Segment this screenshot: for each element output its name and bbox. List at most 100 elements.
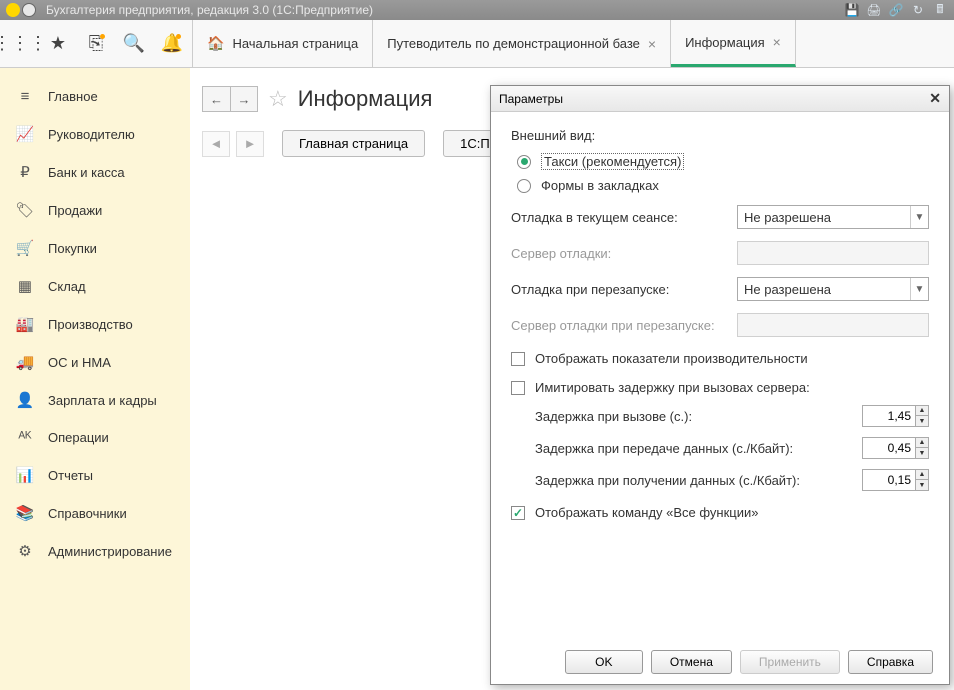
show-perf-checkbox-row[interactable]: Отображать показатели производительности (511, 351, 929, 366)
spin-up-icon[interactable]: ▲ (916, 438, 928, 448)
spin-down-icon[interactable]: ▼ (916, 480, 928, 490)
bar-chart-icon: 📊 (16, 466, 34, 484)
sidebar-item-bank[interactable]: ₽Банк и касса (0, 153, 190, 191)
select-value: Не разрешена (744, 282, 831, 297)
spin-down-icon[interactable]: ▼ (916, 416, 928, 426)
radio-tabs[interactable]: Формы в закладках (517, 178, 929, 193)
sidebar-item-label: Склад (48, 279, 86, 294)
ledger-icon: ᴬᴷ (16, 429, 34, 446)
debug-server-input (737, 241, 929, 265)
link-icon[interactable]: 🔗 (888, 2, 904, 18)
sidebar-item-main[interactable]: ≡Главное (0, 78, 190, 115)
window-titlebar: Бухгалтерия предприятия, редакция 3.0 (1… (0, 0, 954, 20)
dialog-titlebar[interactable]: Параметры ✕ (491, 86, 949, 112)
tab-guide[interactable]: Путеводитель по демонстрационной базе × (373, 20, 671, 67)
sidebar-item-sales[interactable]: 🏷Продажи (0, 191, 190, 229)
person-icon: 👤 (16, 391, 34, 409)
sidebar-item-operations[interactable]: ᴬᴷОперации (0, 419, 190, 456)
debug-restart-label: Отладка при перезапуске: (511, 282, 737, 297)
gear-icon: ⚙ (16, 542, 34, 560)
spin-up-icon[interactable]: ▲ (916, 470, 928, 480)
delay-send-label: Задержка при передаче данных (с./Кбайт): (535, 441, 862, 456)
delay-send-input[interactable] (862, 437, 916, 459)
sidebar-item-label: Продажи (48, 203, 102, 218)
favorite-star-icon[interactable]: ☆ (268, 86, 288, 112)
tab-guide-label: Путеводитель по демонстрационной базе (387, 36, 640, 51)
chevron-down-icon[interactable]: ▼ (910, 206, 928, 228)
bell-icon[interactable]: 🔔 (160, 32, 184, 56)
apps-grid-icon[interactable]: ⋮⋮⋮ (8, 32, 32, 56)
parameters-dialog: Параметры ✕ Внешний вид: Такси (рекоменд… (490, 85, 950, 685)
dialog-close-icon[interactable]: ✕ (929, 90, 941, 107)
delay-recv-spinner[interactable]: ▲▼ (862, 469, 929, 491)
star-icon[interactable]: ★ (46, 32, 70, 56)
appearance-label: Внешний вид: (511, 128, 929, 143)
sidebar-item-label: Руководителю (48, 127, 135, 142)
clipboard-icon[interactable]: ⎘ (84, 32, 108, 56)
search-icon[interactable]: 🔍 (122, 32, 146, 56)
sim-delay-label: Имитировать задержку при вызовах сервера… (535, 380, 810, 395)
sub-forward-button[interactable]: ► (236, 131, 264, 157)
debug-current-select[interactable]: Не разрешена ▼ (737, 205, 929, 229)
sidebar-item-salary[interactable]: 👤 Зарплата и кадры (0, 381, 190, 419)
chart-up-icon: 📈 (16, 125, 34, 143)
print-icon[interactable]: 🖨 (866, 2, 882, 18)
chevron-down-icon[interactable]: ▼ (910, 278, 928, 300)
save-icon[interactable]: 💾 (844, 2, 860, 18)
sidebar-item-label: Производство (48, 317, 133, 332)
delay-recv-label: Задержка при получении данных (с./Кбайт)… (535, 473, 862, 488)
debug-restart-select[interactable]: Не разрешена ▼ (737, 277, 929, 301)
delay-call-input[interactable] (862, 405, 916, 427)
sidebar-item-admin[interactable]: ⚙ Администрирование (0, 532, 190, 570)
back-button[interactable]: ← (202, 86, 230, 112)
tab-bar: 🏠 Начальная страница Путеводитель по дем… (192, 20, 796, 67)
sidebar-item-assets[interactable]: 🚚ОС и НМА (0, 343, 190, 381)
spin-up-icon[interactable]: ▲ (916, 406, 928, 416)
radio-taxi[interactable]: Такси (рекомендуется) (517, 153, 929, 170)
books-icon: 📚 (16, 504, 34, 522)
refresh-icon[interactable]: ↻ (910, 2, 926, 18)
tab-home[interactable]: 🏠 Начальная страница (193, 20, 373, 67)
sidebar-item-label: Зарплата и кадры (48, 393, 157, 408)
spin-down-icon[interactable]: ▼ (916, 448, 928, 458)
sim-delay-checkbox-row[interactable]: Имитировать задержку при вызовах сервера… (511, 380, 929, 395)
sub-back-button[interactable]: ◄ (202, 131, 230, 157)
checkbox-icon[interactable] (511, 381, 525, 395)
sidebar-item-manager[interactable]: 📈 Руководителю (0, 115, 190, 153)
radio-icon[interactable] (517, 179, 531, 193)
tab-info[interactable]: Информация × (671, 20, 796, 67)
factory-icon: 🏭 (16, 315, 34, 333)
help-button[interactable]: Справка (848, 650, 933, 674)
cart-icon: 🛒 (16, 239, 34, 257)
checkbox-icon[interactable] (511, 352, 525, 366)
tab-info-label: Информация (685, 35, 765, 50)
sidebar-item-label: Справочники (48, 506, 127, 521)
menu-icon: ≡ (16, 88, 34, 105)
radio-icon[interactable] (517, 155, 531, 169)
apply-button: Применить (740, 650, 840, 674)
sidebar-item-catalogs[interactable]: 📚 Справочники (0, 494, 190, 532)
sidebar-item-label: Администрирование (48, 544, 172, 559)
sidebar-item-label: Отчеты (48, 468, 93, 483)
sidebar-item-warehouse[interactable]: ▦Склад (0, 267, 190, 305)
app-logo-secondary-icon (22, 3, 36, 17)
page-title: Информация (298, 86, 433, 112)
checkbox-checked-icon[interactable] (511, 506, 525, 520)
close-icon[interactable]: × (648, 36, 656, 52)
calc-icon[interactable]: 🖩 (932, 2, 948, 18)
close-icon[interactable]: × (773, 34, 781, 50)
show-all-funcs-checkbox-row[interactable]: Отображать команду «Все функции» (511, 505, 929, 520)
sidebar-item-label: ОС и НМА (48, 355, 111, 370)
select-value: Не разрешена (744, 210, 831, 225)
ok-button[interactable]: OK (565, 650, 643, 674)
home-page-button[interactable]: Главная страница (282, 130, 425, 157)
forward-button[interactable]: → (230, 86, 258, 112)
sidebar-item-purchases[interactable]: 🛒Покупки (0, 229, 190, 267)
delay-send-spinner[interactable]: ▲▼ (862, 437, 929, 459)
tab-home-label: Начальная страница (232, 36, 358, 51)
cancel-button[interactable]: Отмена (651, 650, 732, 674)
sidebar-item-production[interactable]: 🏭 Производство (0, 305, 190, 343)
delay-call-spinner[interactable]: ▲▼ (862, 405, 929, 427)
delay-recv-input[interactable] (862, 469, 916, 491)
sidebar-item-reports[interactable]: 📊 Отчеты (0, 456, 190, 494)
